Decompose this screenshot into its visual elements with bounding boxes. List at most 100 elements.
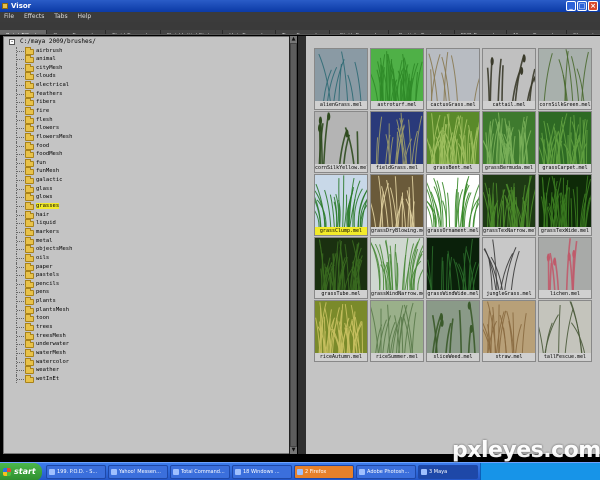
tree-item[interactable]: animal — [8, 55, 290, 64]
tab-8[interactable]: FNR Examples — [454, 30, 508, 34]
taskbar-button[interactable]: 199. P.O.D. - S... — [46, 465, 106, 479]
tree-item[interactable]: flesh — [8, 115, 290, 125]
tree-item[interactable]: hair — [8, 210, 290, 220]
tree-item[interactable]: fibers — [8, 98, 290, 107]
tree-item[interactable]: markers — [8, 227, 290, 237]
tree-item[interactable]: foodMesh — [8, 150, 290, 159]
tab-7[interactable]: nParticle Examples — [389, 30, 455, 34]
tree-item[interactable]: flowersMesh — [8, 132, 290, 142]
brush-thumbnail[interactable]: straw.mel — [482, 300, 536, 362]
brush-thumbnail[interactable]: tallFescue.mel — [538, 300, 592, 362]
brush-thumbnail[interactable]: riceSummer.mel — [370, 300, 424, 362]
taskbar-button[interactable]: 2 Firefox — [294, 465, 354, 479]
pane-splitter[interactable] — [298, 36, 306, 454]
tree-item[interactable]: pastels — [8, 271, 290, 280]
taskbar-button[interactable]: 3 Maya — [418, 465, 478, 479]
tree-item[interactable]: glass — [8, 184, 290, 194]
tree-item[interactable]: metal — [8, 236, 290, 246]
brush-thumbnail[interactable]: alienGrass.mel — [314, 48, 368, 110]
brush-thumbnail[interactable]: sliceWeed.mel — [426, 300, 480, 362]
tree-item[interactable]: trees — [8, 323, 290, 332]
brush-thumbnail[interactable]: cactusGrass.mel — [426, 48, 480, 110]
brush-thumbnail[interactable]: grassClump.mel — [314, 174, 368, 236]
scroll-down-arrow-icon[interactable]: ▼ — [290, 447, 297, 454]
tree-item[interactable]: pencils — [8, 279, 290, 289]
scroll-up-arrow-icon[interactable]: ▲ — [290, 36, 297, 43]
tree-item[interactable]: weather — [8, 366, 290, 375]
brush-thumbnail[interactable]: astroturf.mel — [370, 48, 424, 110]
tab-2[interactable]: Fluid Examples — [106, 30, 161, 34]
menu-effects[interactable]: Effects — [24, 13, 44, 20]
taskbar-button[interactable]: Total Command... — [170, 465, 230, 479]
tab-4[interactable]: Hair Examples — [223, 30, 276, 34]
tree-item[interactable]: electrical — [8, 81, 290, 90]
tree-item[interactable]: clouds — [8, 72, 290, 82]
tree-scrollbar[interactable]: ▲ ▼ — [289, 36, 297, 454]
tab-1[interactable]: Ocean Examples — [47, 30, 107, 34]
tab-6[interactable]: nCloth Examples — [330, 30, 390, 34]
brush-thumbnail[interactable]: grassCarpet.mel — [538, 111, 592, 173]
brush-thumbnail[interactable]: grassTexWide.mel — [538, 174, 592, 236]
tree-item[interactable]: oils — [8, 253, 290, 263]
collapse-icon[interactable]: - — [9, 39, 15, 45]
tree-item[interactable]: liquid — [8, 219, 290, 228]
tree-item[interactable]: paper — [8, 262, 290, 272]
tree-item[interactable]: toon — [8, 314, 290, 323]
brush-thumbnail[interactable]: grassWindNarrow.mel — [370, 237, 424, 299]
close-button[interactable]: × — [588, 1, 598, 11]
minimize-button[interactable]: _ — [566, 1, 576, 11]
tree-item[interactable]: plants — [8, 297, 290, 306]
brush-thumbnail[interactable]: grassWindWide.mel — [426, 237, 480, 299]
tree-root[interactable]: - C:/maya 2009/brushes/ — [8, 38, 290, 47]
tree-item[interactable]: plantsMesh — [8, 305, 290, 315]
taskbar-button[interactable]: Yahoo! Messen... — [108, 465, 168, 479]
taskbar-button[interactable]: 18 Windows ... — [232, 465, 292, 479]
window-titlebar[interactable]: Visor _ □ × — [0, 0, 600, 12]
brush-thumbnail[interactable]: jungleGrass.mel — [482, 237, 536, 299]
menu-tabs[interactable]: Tabs — [54, 13, 67, 20]
tab-3[interactable]: Fluid Initial States — [160, 30, 224, 34]
brush-thumbnail[interactable]: grassOrnament.mel — [426, 174, 480, 236]
brush-thumbnail[interactable]: grassTexNarrow.mel — [482, 174, 536, 236]
tree-item[interactable]: objectsMesh — [8, 245, 290, 254]
tree-item[interactable]: treesMesh — [8, 331, 290, 341]
brush-thumbnail[interactable]: grassTube.mel — [314, 237, 368, 299]
tree-item[interactable]: waterMesh — [8, 348, 290, 358]
menu-help[interactable]: Help — [78, 13, 92, 20]
tab-9[interactable]: Mocap Examples — [507, 30, 567, 34]
brush-thumbnail[interactable]: fieldGrass.mel — [370, 111, 424, 173]
tree-item[interactable]: grasses — [8, 202, 290, 211]
tree-item[interactable]: underwater — [8, 340, 290, 349]
brush-thumbnail-label: grassClump.mel — [315, 227, 367, 235]
brush-thumbnail[interactable]: cornSilkYellow.mel — [314, 111, 368, 173]
tree-item[interactable]: airbrush — [8, 46, 290, 56]
tab-10[interactable]: Character Clips — [566, 30, 600, 34]
tree-item[interactable]: food — [8, 141, 290, 151]
brush-thumbnail[interactable]: grassDryBlowing.mel — [370, 174, 424, 236]
folder-icon — [25, 193, 34, 202]
tab-5[interactable]: Toon Examples — [275, 30, 331, 34]
tree-item[interactable]: fire — [8, 106, 290, 116]
tab-0[interactable]: Paint Effects — [0, 30, 48, 34]
scroll-thumb[interactable] — [291, 44, 296, 446]
tree-item[interactable]: flowers — [8, 124, 290, 133]
tree-item[interactable]: funMesh — [8, 167, 290, 177]
tree-item[interactable]: feathers — [8, 89, 290, 99]
brush-thumbnail[interactable]: lichen.mel — [538, 237, 592, 299]
tree-item[interactable]: pens — [8, 288, 290, 298]
tree-item[interactable]: galactic — [8, 176, 290, 185]
brush-thumbnail[interactable]: riceAutumn.mel — [314, 300, 368, 362]
tree-item[interactable]: wetInEt — [8, 374, 290, 384]
menu-file[interactable]: File — [4, 13, 14, 20]
brush-thumbnail[interactable]: grassBermuda.mel — [482, 111, 536, 173]
brush-thumbnail[interactable]: cattail.mel — [482, 48, 536, 110]
brush-thumbnail[interactable]: grassBent.mel — [426, 111, 480, 173]
tree-item[interactable]: cityMesh — [8, 63, 290, 73]
start-button[interactable]: start — [0, 463, 42, 480]
tree-item[interactable]: watercolor — [8, 357, 290, 367]
taskbar-button[interactable]: Adobe Photosh... — [356, 465, 416, 479]
tree-item[interactable]: fun — [8, 158, 290, 168]
brush-thumbnail[interactable]: cornSilkGreen.mel — [538, 48, 592, 110]
maximize-button[interactable]: □ — [577, 1, 587, 11]
tree-item[interactable]: glows — [8, 193, 290, 203]
